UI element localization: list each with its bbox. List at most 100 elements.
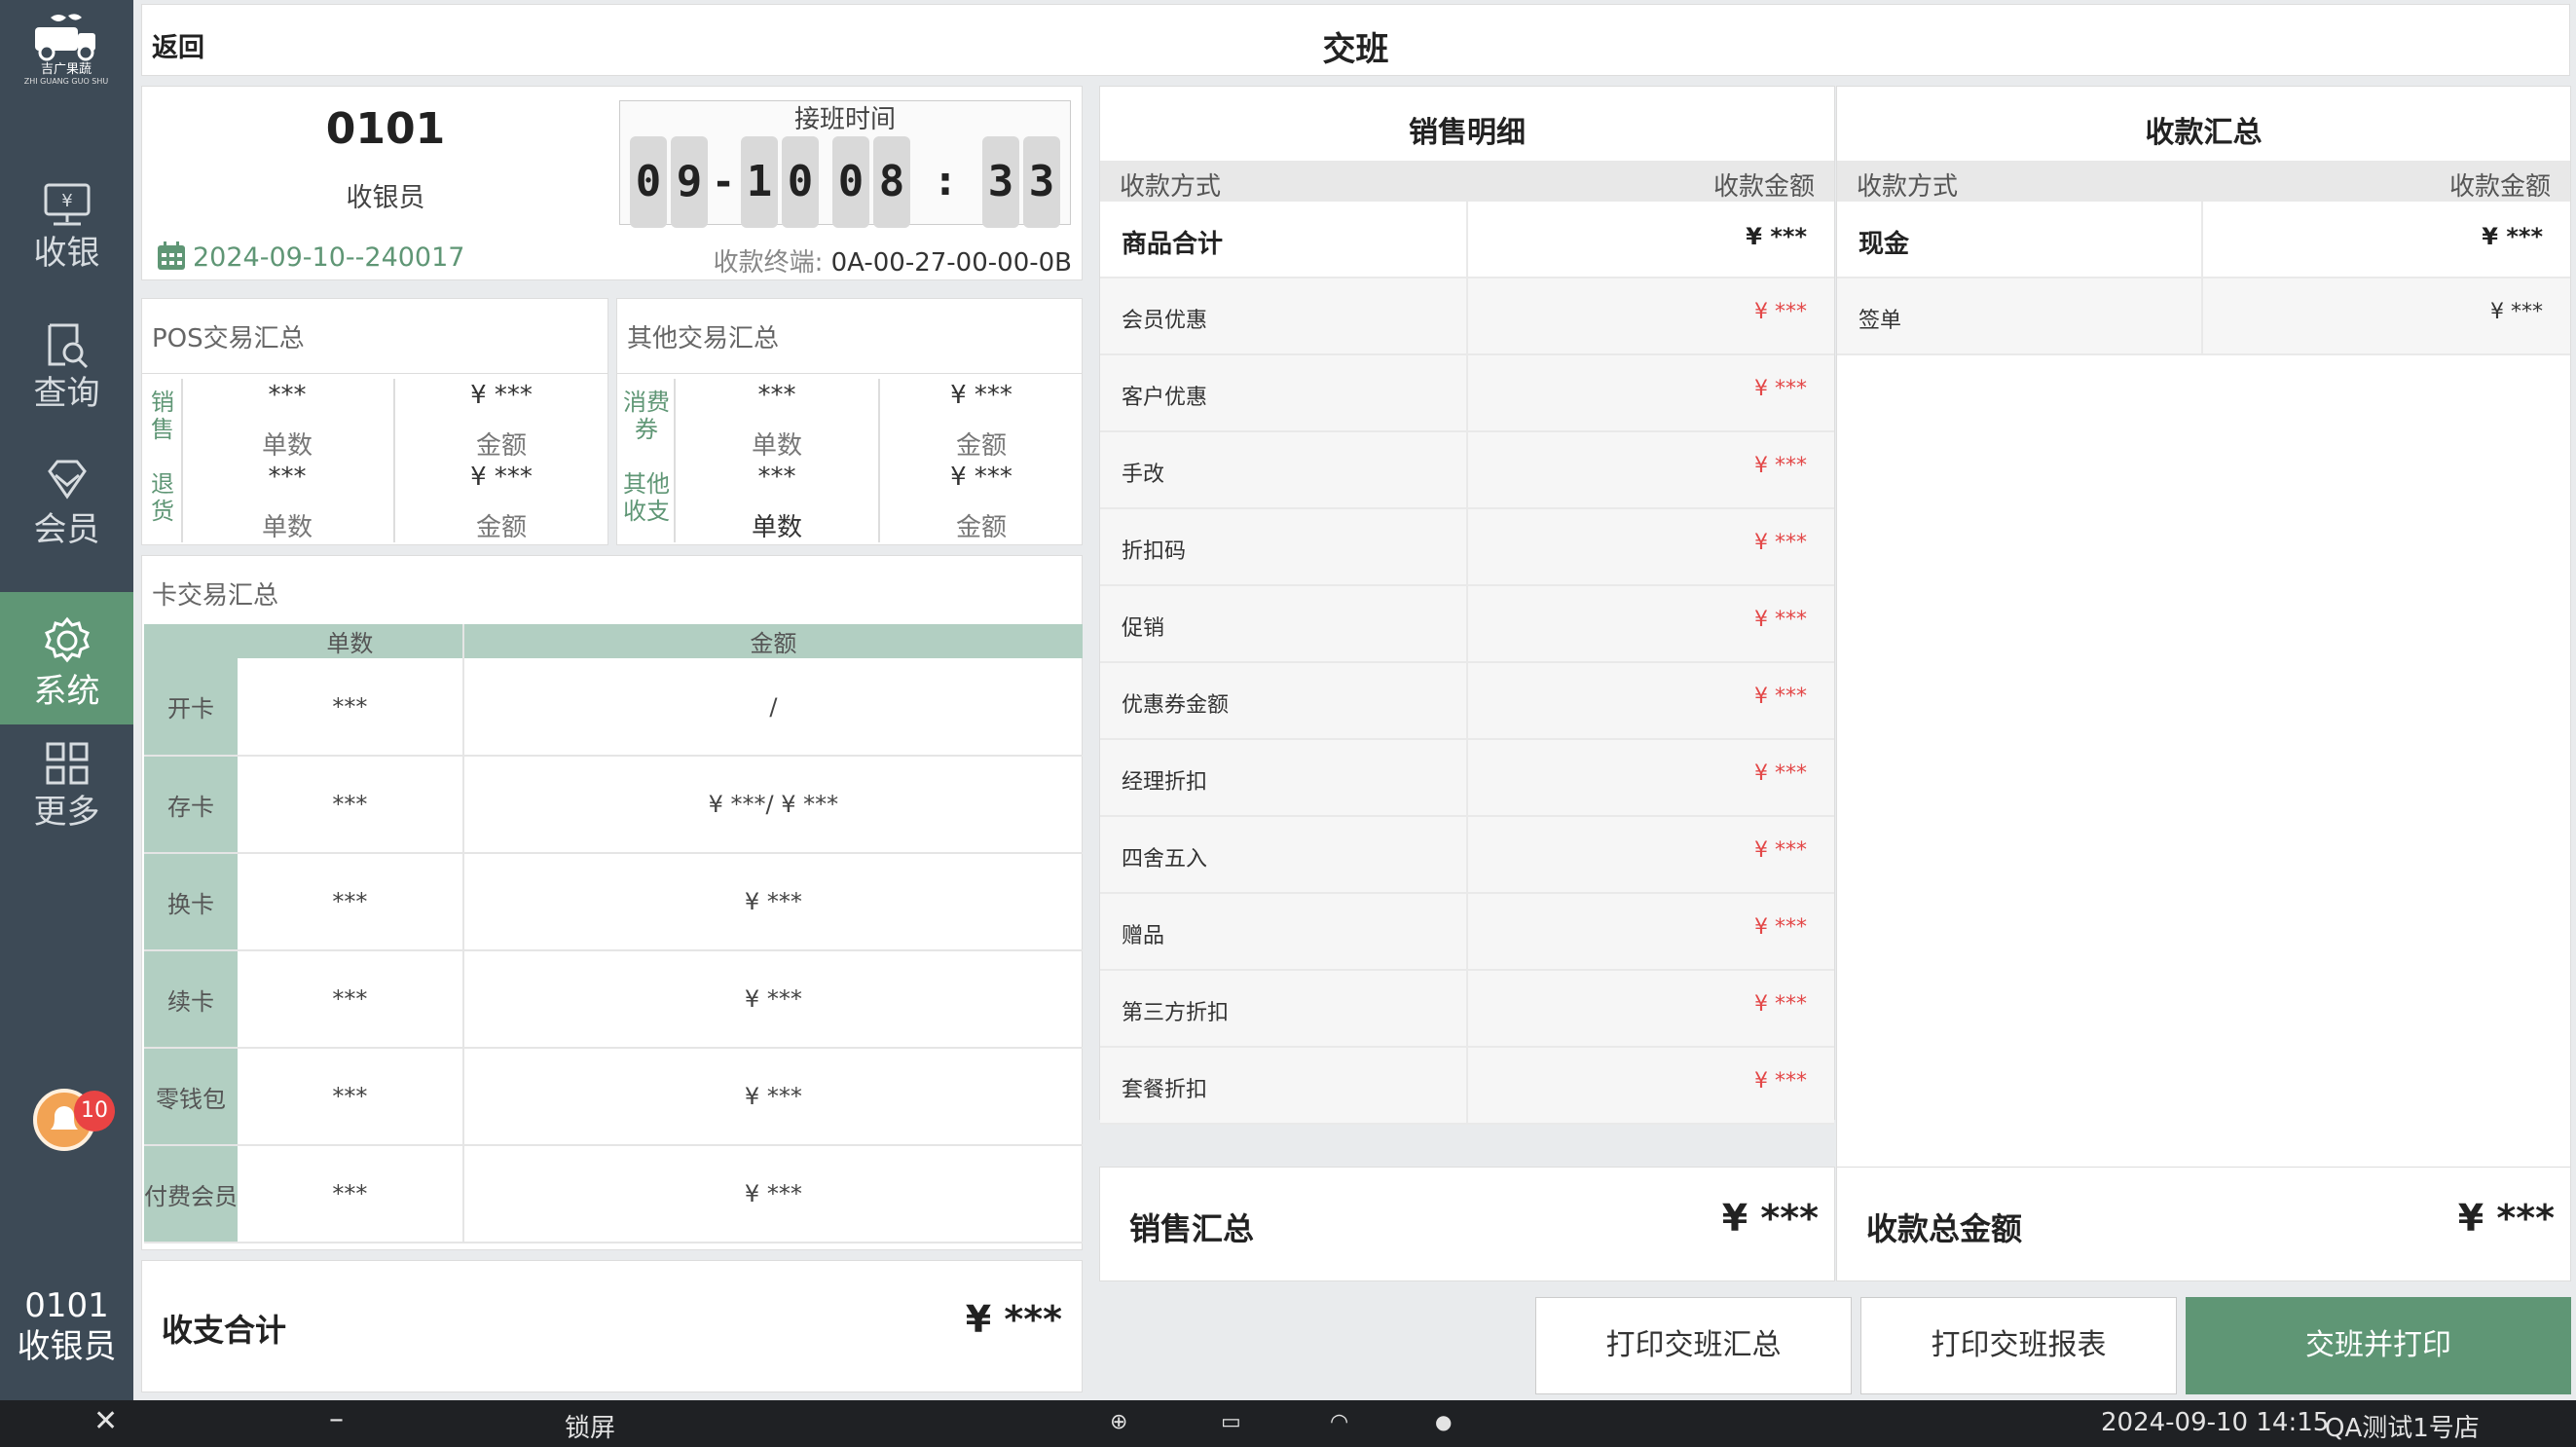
income-total-panel: 收支合计 ¥ *** [141,1260,1083,1392]
item-label: 现金 [1858,230,1910,259]
list-item: 折扣码 ¥ *** [1100,509,1834,586]
pos-summary-title: POS交易汇总 [152,324,305,353]
col-payment-amount: 收款金额 [1712,172,1815,202]
nav-cashier[interactable]: ¥ 收银 [0,181,133,314]
timer-digit: 9 [671,136,708,228]
item-label: 手改 [1122,463,1165,487]
lock-screen-button[interactable]: 锁屏 [565,1408,615,1444]
nav-member[interactable]: 会员 [0,458,133,590]
terminal-info: 收款终端: 0A-00-27-00-00-0B [714,242,1072,278]
item-value: ¥ *** [1746,223,1807,250]
cashier-role: 收银员 [346,183,425,213]
globe-icon[interactable]: ⊕ [1110,1410,1127,1434]
monitor-icon[interactable]: ▭ [1221,1410,1241,1434]
col-payment-amount: 收款金额 [2448,172,2551,202]
item-value: ¥ *** [1754,992,1807,1017]
pos-sale-amount: ¥ *** [470,381,533,410]
pos-summary-panel: POS交易汇总 销售 退货 *** 单数 ¥ *** 金额 *** 单数 ¥ *… [141,298,608,545]
handover-timer: 接班时间 0 9 - 1 0 0 8 : 3 3 [619,100,1071,228]
item-value: ¥ *** [1754,838,1807,863]
payment-summary-title: 收款汇总 [2145,116,2263,150]
table-row: 换卡 *** ¥ *** [144,853,1083,951]
row-amount: ¥ *** [462,950,1083,1049]
item-label: 经理折扣 [1122,770,1208,795]
item-label: 会员优惠 [1122,309,1208,333]
list-item: 赠品 ¥ *** [1100,894,1834,971]
list-item: 手改 ¥ *** [1100,432,1834,509]
item-value: ¥ *** [2482,223,2543,250]
other-coupon-amount-label: 金额 [955,431,1007,461]
payment-total-panel: 收款总金额 ¥ *** [1836,1167,2571,1281]
item-label: 第三方折扣 [1122,1001,1230,1025]
taskbar: ✕ – 锁屏 ⊕ ▭ ◠ ● 2024-09-10 14:15 QA测试1号店 [0,1400,2576,1447]
wifi-icon[interactable]: ◠ [1330,1410,1348,1434]
taskbar-datetime: 2024-09-10 14:15 [2101,1408,2330,1437]
brand-subtitle: ZHI GUANG GUO SHU [23,77,109,86]
truck-logo-icon [35,14,95,61]
operator-info[interactable]: 0101 收银员 [0,1285,133,1367]
sales-detail-panel: 销售明细 收款方式 收款金额 商品合计 ¥ *** 会员优惠 ¥ *** 客户优惠 ¥… [1099,86,1835,1125]
other-coupon-amount: ¥ *** [950,381,1012,410]
table-row: 零钱包 *** ¥ *** [144,1048,1083,1146]
item-value: ¥ *** [1754,300,1807,324]
minimize-icon[interactable]: – [329,1402,344,1436]
diamond-icon [47,460,87,500]
list-item: 经理折扣 ¥ *** [1100,740,1834,817]
list-item: 四舍五入 ¥ *** [1100,817,1834,894]
card-summary-title: 卡交易汇总 [152,581,279,611]
nav-query[interactable]: 查询 [0,321,133,454]
sales-total-label: 销售汇总 [1129,1210,1255,1247]
item-label: 折扣码 [1122,539,1187,564]
nav-system[interactable]: 系统 [0,592,133,724]
item-label: 签单 [1858,309,1902,333]
sidebar: 吉广果蔬 ZHI GUANG GUO SHU ¥ 收银 查询 会员 系统 更多 … [0,0,133,1400]
pos-sale-count-label: 单数 [261,431,313,461]
row-count: *** [238,658,464,757]
print-summary-button[interactable]: 打印交班汇总 [1535,1297,1852,1394]
col-payment-method: 收款方式 [1120,172,1222,202]
payment-summary-panel: 收款汇总 收款方式 收款金额 现金 ¥ *** 签单 ¥ *** [1836,86,2571,1174]
item-label: 促销 [1122,616,1165,641]
other-coupon-count-label: 单数 [751,431,802,461]
item-value: ¥ *** [1754,685,1807,709]
sales-total-value: ¥ *** [1721,1197,1819,1240]
table-row: 存卡 *** ¥ ***/ ¥ *** [144,756,1083,854]
grid-icon [46,742,88,785]
dot-icon: ● [1435,1410,1453,1433]
svg-text:¥: ¥ [61,191,72,211]
gear-icon [44,616,90,663]
payment-total-label: 收款总金额 [1866,1210,2023,1247]
calendar-icon [158,241,185,270]
table-header-count: 单数 [238,624,464,658]
item-value: ¥ *** [2490,300,2543,324]
sales-detail-title: 销售明细 [1409,116,1526,150]
print-report-button[interactable]: 打印交班报表 [1860,1297,2177,1394]
pos-sale-amount-label: 金额 [475,431,527,461]
other-income-count-label: 单数 [751,513,802,542]
terminal-label: 收款终端: [713,248,824,278]
other-income-amount: ¥ *** [950,463,1012,492]
list-item: 签单 ¥ *** [1837,278,2570,355]
row-count: *** [238,853,464,951]
other-income-count: *** [757,463,796,492]
row-amount: ¥ *** [462,1145,1083,1243]
row-label: 开卡 [144,658,238,757]
sales-detail-header: 收款方式 收款金额 [1100,161,1834,202]
notification-badge: 10 [74,1091,115,1132]
nav-system-label: 系统 [33,672,100,711]
page-title: 交班 [1322,30,1389,69]
close-icon[interactable]: ✕ [93,1404,118,1438]
timer-digit: 0 [782,136,819,228]
nav-cashier-label: 收银 [33,234,100,273]
item-label: 优惠券金额 [1122,693,1230,718]
table-row: 开卡 *** / [144,658,1083,757]
row-amount: ¥ *** [462,1048,1083,1146]
timer-digit: 3 [982,136,1019,228]
cashier-id: 0101 [325,104,446,154]
handover-print-button[interactable]: 交班并打印 [2186,1297,2571,1394]
pos-sale-count: *** [268,381,307,410]
list-item: 套餐折扣 ¥ *** [1100,1048,1834,1125]
table-row: 付费会员 *** ¥ *** [144,1145,1083,1243]
nav-more[interactable]: 更多 [0,740,133,872]
row-count: *** [238,756,464,854]
